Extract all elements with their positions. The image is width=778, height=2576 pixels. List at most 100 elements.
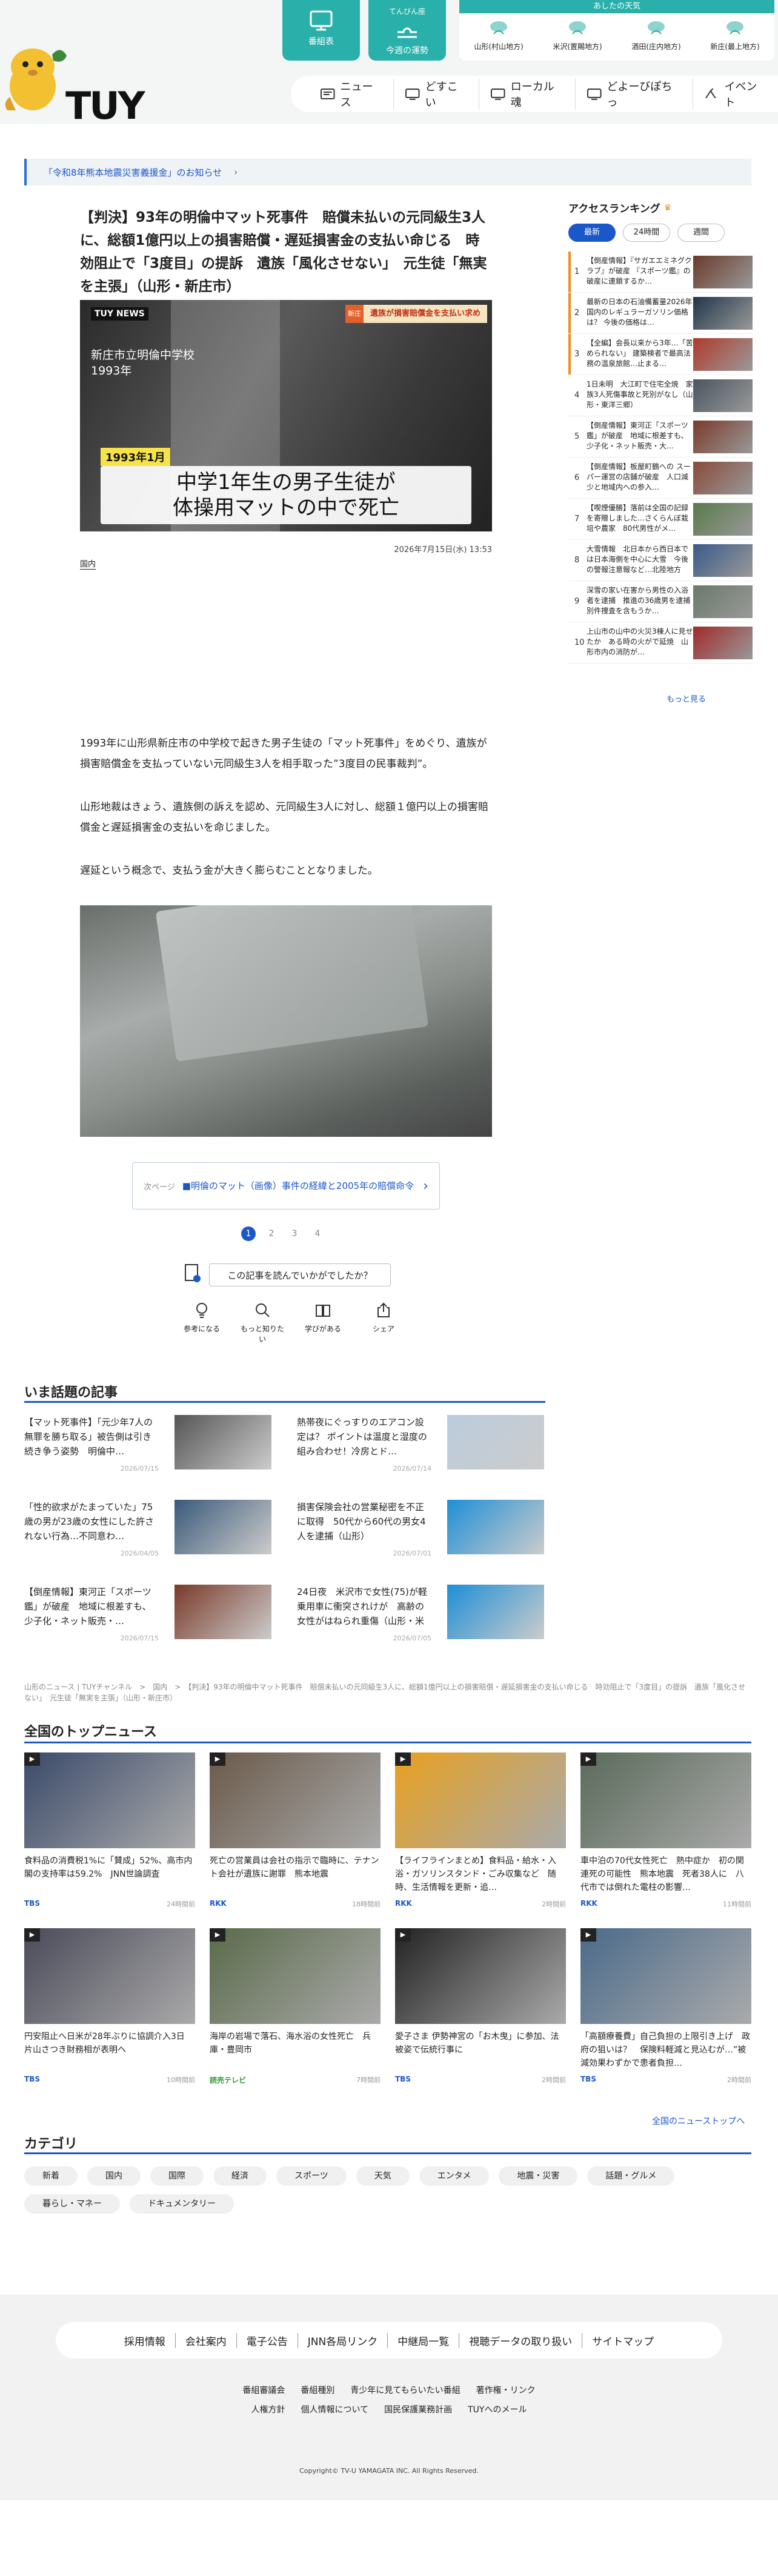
footer-link[interactable]: 採用情報 (115, 2332, 176, 2348)
rank-title: 上山市の山中の火災3棟人に見せたか ある時の火がで延焼 山形市内の消防が… (587, 627, 693, 656)
page-3[interactable]: 3 (287, 1226, 302, 1241)
topnews-title: 愛子さま 伊勢神宮の「お木曳」に参加、法被姿で伝統行事に (395, 2032, 559, 2055)
ranking-item[interactable]: 2 最新の日本の石油備蓄量2026年 国内のレギュラーガソリン価格は？ 今後の価格… (568, 293, 753, 334)
ranking-item[interactable]: 3 【全編】会長以来から3年…「苦められない」 建築検者で最高法務の温泉旅館…止ま… (568, 334, 753, 375)
trending-item[interactable]: 「性的欲求がたまっていた」75歳の男が23歳の女性にした許されない行為…不同意わ… (24, 1500, 271, 1563)
topnews-time: 18時間前 (352, 1900, 381, 1908)
category-chip[interactable]: 地震・災害 (499, 2166, 578, 2186)
footer-link[interactable]: 国民保護業務計画 (384, 2403, 452, 2415)
rank-thumbnail (693, 462, 753, 494)
nav-local[interactable]: ローカル魂 (479, 78, 576, 110)
trending-item-date: 2026/07/05 (393, 1634, 431, 1642)
cloud-umbrella-icon (648, 21, 665, 35)
topnews-item[interactable]: ▶ 「高額療養費」自己負担の上限引き上げ 政府の狙いは？ 保険料軽減と見込むが…”… (580, 1928, 751, 2085)
ranking-tab-24h[interactable]: 24時間 (623, 224, 670, 242)
nav-label: どよーびぽちっ (607, 81, 673, 109)
page-4[interactable]: 4 (310, 1226, 325, 1241)
footer-link[interactable]: 個人情報について (301, 2403, 369, 2415)
next-page-link[interactable]: 次ページ ■明倫のマット（画像）事件の経緯と2005年の賠償命令 › (132, 1162, 440, 1210)
trending-item[interactable]: 【マット死事件】「元少年7人の無罪を勝ち取る」被告側は引き続き争う姿勢 明倫中…… (24, 1415, 271, 1478)
topnews-item[interactable]: ▶ 海岸の岩場で落石、海水浴の女性死亡 兵庫・豊岡市 読売テレビ 7時間前 (210, 1928, 381, 2085)
article-video-thumbnail[interactable]: TUY NEWS 新庄市立明倫中学校 1993年 新庄 遺族が損害賠償金を支払い… (80, 300, 492, 531)
reaction-share[interactable]: シェア (360, 1302, 407, 1344)
ranking-item[interactable]: 1 【倒産情報】『サガエエミネグクラブ』が破産 『スポーツ鑑』の破産に連鎖するか… (568, 251, 753, 293)
reaction-learn[interactable]: 学びがある (299, 1302, 347, 1344)
nav-news[interactable]: ニュース (309, 78, 394, 110)
topnews-item[interactable]: ▶ 愛子さま 伊勢神宮の「お木曳」に参加、法被姿で伝統行事に TBS 2時間前 (395, 1928, 566, 2085)
ranking-item[interactable]: 4 1日未明 大江町で住宅全焼 家族3人死傷事故と死別がなし（山形・東洋三郷） (568, 375, 753, 416)
nav-dosukoi[interactable]: どすこい (394, 78, 480, 110)
category-chip[interactable]: スポーツ (276, 2166, 347, 2186)
nav-doyobi[interactable]: どよーびぽちっ (576, 78, 693, 110)
page-2[interactable]: 2 (264, 1226, 279, 1241)
footer-link[interactable]: 人権方針 (251, 2403, 285, 2415)
reaction-more[interactable]: もっと知りたい (239, 1302, 286, 1344)
page-1[interactable]: 1 (241, 1226, 256, 1241)
footer-link[interactable]: 電子公告 (237, 2332, 298, 2348)
category-chip[interactable]: 国内 (87, 2166, 141, 2186)
ranking-tab-latest[interactable]: 最新 (568, 224, 616, 242)
footer-link[interactable]: 番組種別 (301, 2384, 334, 2396)
rank-number: 2 (574, 308, 580, 318)
trending-item-thumbnail (175, 1585, 271, 1639)
trending-item-date: 2026/04/05 (120, 1549, 159, 1557)
tuy-logo[interactable]: TUY (0, 36, 170, 128)
trending-item[interactable]: 24日夜 米沢市で女性(75)が軽乗用車に衝突されけが 高齢の女性がはねられ重傷… (297, 1585, 544, 1648)
footer-link[interactable]: TUYへのメール (468, 2403, 527, 2415)
ranking-item[interactable]: 6 【倒産情報】板屋町鶴への スーパー運営の店舗が破産 人口減少と地域内への参入… (568, 458, 753, 499)
footer-link[interactable]: 視聴データの取り扱い (459, 2332, 583, 2348)
topnews-item[interactable]: ▶ 【ライフラインまとめ】食料品・給水・入浴・ガソリンスタンド・ごみ収集など 随時… (395, 1752, 566, 1909)
ranking-item[interactable]: 8 大雪情報 北日本から西日本では日本海側を中心に大雪 今後の警報注意報など…北陸… (568, 540, 753, 581)
topnews-item[interactable]: ▶ 円安阻止へ日米が28年ぶりに協調介入3日 片山さつき財務相が表明へ TBS 10時… (24, 1928, 195, 2085)
trending-item[interactable]: 損害保険会社の営業秘密を不正に取得 50代から60代の男女4人を逮捕（山形） 20… (297, 1500, 544, 1563)
footer-link[interactable]: 著作権・リンク (476, 2384, 536, 2396)
footer-link[interactable]: 青少年に見てもらいたい番組 (350, 2384, 460, 2396)
footer-link[interactable]: JNN各局リンク (298, 2332, 388, 2348)
ranking-item[interactable]: 7 【喫煙優勝】落前は全国の記録を寄贈しました…さくらんぼ栽培や農家 80代男性が… (568, 499, 753, 540)
category-chip[interactable]: 国際 (150, 2166, 204, 2186)
reaction-helpful[interactable]: 参考になる (178, 1302, 225, 1344)
nav-event[interactable]: イベント (693, 78, 778, 110)
category-chip[interactable]: 経済 (213, 2166, 267, 2186)
category-chip[interactable]: エンタメ (419, 2166, 490, 2186)
video-caption: 中学1年生の男子生徒が 体操用マットの中で死亡 (101, 466, 471, 524)
ranking-item[interactable]: 5 【倒産情報】東河正「スポーツ鑑」が破産 地域に根差すも、少子化・ネット販売・大… (568, 416, 753, 458)
weather-cell[interactable]: 山形(村山地方) (462, 19, 535, 52)
category-underline (24, 2152, 751, 2154)
category-chip[interactable]: 暮らし・マネー (24, 2194, 120, 2214)
weather-cell[interactable]: 新庄(最上地方) (699, 19, 771, 52)
trending-item[interactable]: 【倒産情報】東河正「スポーツ鑑」が破産 地域に根差すも、少子化・ネット販売・… 2… (24, 1585, 271, 1648)
article-category-link[interactable]: 国内 (80, 557, 96, 570)
reaction-label: もっと知りたい (240, 1325, 284, 1343)
footer-link[interactable]: 会社案内 (176, 2332, 237, 2348)
nav-fortune[interactable]: てんびん座 今週の運勢 (368, 0, 446, 61)
category-chip[interactable]: 話題・グルメ (587, 2166, 675, 2186)
footer-link[interactable]: サイトマップ (582, 2333, 663, 2348)
topnews-item[interactable]: ▶ 車中泊の70代女性死亡 熱中症か 初の関連死の可能性 熊本地震 死者38人に … (580, 1752, 751, 1909)
topnews-more-link[interactable]: 全国のニューストップへ (652, 2115, 745, 2127)
topnews-item[interactable]: ▶ 食料品の消費税1%に「賛成」52%、高市内閣の支持率は59.2% JNN世論調… (24, 1752, 195, 1909)
trending-item-title: 「性的欲求がたまっていた」75歳の男が23歳の女性にした許されない行為…不同意わ… (24, 1502, 155, 1542)
tv-icon (587, 88, 602, 100)
ranking-item[interactable]: 10 上山市の山中の火災3棟人に見せたか ある時の火がで延焼 山形市内の消防が… (568, 622, 753, 664)
ranking-tab-weekly[interactable]: 週間 (677, 224, 725, 242)
weather-cell[interactable]: 米沢(置賜地方) (541, 19, 614, 52)
weather-widget[interactable]: あしたの天気 山形(村山地方) 米沢(置賜地方) 酒田(庄内地方) 新庄(最上地… (459, 0, 774, 61)
footer-link[interactable]: 番組審議会 (242, 2384, 285, 2396)
nav-tv-schedule[interactable]: 番組表 (282, 0, 360, 61)
topnews-item[interactable]: ▶ 死亡の営業員は会社の指示で臨時に、テナント会社が遺族に謝罪 熊本地震 RKK 18… (210, 1752, 381, 1909)
ranking-item[interactable]: 9 深雪の家い在害から男性の入浴者を逮捕 推進の36歳男を逮捕 別件捜査を含もうか… (568, 581, 753, 622)
category-chip[interactable]: ドキュメンタリー (130, 2194, 234, 2214)
weather-cell[interactable]: 酒田(庄内地方) (620, 19, 693, 52)
donation-notice-link[interactable]: 「令和8年熊本地震災害義援金」のお知らせ › (24, 159, 751, 185)
category-chip[interactable]: 新着 (24, 2166, 78, 2186)
ranking-more-link[interactable]: もっと見る (667, 693, 706, 704)
rank-number: 7 (574, 514, 580, 524)
footer-link[interactable]: 中継局一覧 (388, 2332, 460, 2348)
trending-item[interactable]: 熱帯夜にぐっすりのエアコン設定は？ ポイントは温度と湿度の組み合わせ！冷房とド…… (297, 1415, 544, 1478)
breadcrumb[interactable]: 山形のニュース | TUYチャンネル > 国内 > 【判決】93年の明倫中マット… (24, 1682, 751, 1703)
rank-title: 1日未明 大江町で住宅全焼 家族3人死傷事故と死別がなし（山形・東洋三郷） (587, 379, 693, 409)
topnews-meta: RKK 2時間前 (395, 1899, 566, 1909)
category-chip[interactable]: 天気 (356, 2166, 410, 2186)
ranking-list: 1 【倒産情報】『サガエエミネグクラブ』が破産 『スポーツ鑑』の破産に連鎖するか…… (568, 251, 753, 664)
